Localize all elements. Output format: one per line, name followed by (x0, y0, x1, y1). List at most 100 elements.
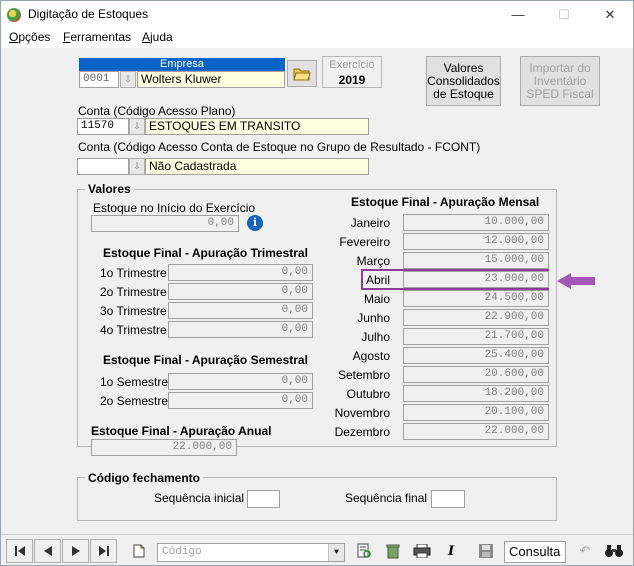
exercicio-value: 2019 (338, 73, 366, 87)
mes-label: Julho (361, 330, 390, 344)
trimestre-field[interactable]: 0,00 (168, 264, 313, 281)
anual-title: Estoque Final - Apuração Anual (91, 424, 272, 438)
sequencia-final-field[interactable] (431, 490, 465, 508)
mes-field[interactable]: 20.600,00 (403, 366, 549, 383)
new-record-button[interactable] (126, 539, 152, 563)
form-content: Empresa 0001 ⇩ Wolters Kluwer Exercício … (1, 48, 633, 534)
trimestral-title: Estoque Final - Apuração Trimestral (103, 246, 308, 260)
trimestre-label: 3o Trimestre (100, 304, 167, 318)
menu-opcoes[interactable]: Opções (9, 30, 50, 44)
mode-indicator: Consulta (504, 541, 566, 563)
next-record-button[interactable] (62, 539, 89, 563)
mes-label: Janeiro (350, 216, 390, 230)
estoque-inicio-field[interactable]: 0,00 (91, 215, 239, 232)
undo-icon: ↶ (579, 543, 591, 558)
menu-ajuda[interactable]: Ajuda (142, 30, 173, 44)
sequencia-final-label: Sequência final (345, 491, 428, 505)
mes-field[interactable]: 15.000,00 (403, 252, 549, 269)
previous-record-button[interactable] (34, 539, 61, 563)
empresa-code-field[interactable]: 0001 (79, 71, 119, 88)
last-record-button[interactable] (90, 539, 117, 563)
valores-group-title: Valores (85, 182, 134, 196)
floppy-disk-icon (479, 544, 493, 558)
menu-bar: Opções Ferramentas Ajuda (1, 28, 633, 48)
mes-field[interactable]: 22.000,00 (403, 423, 549, 440)
conta-name-field: ESTOQUES EM TRANSITO (145, 118, 369, 135)
last-icon (98, 546, 109, 556)
conta-lookup-button[interactable]: ⇩ (129, 118, 145, 135)
mes-field[interactable]: 22.900,00 (403, 309, 549, 326)
save-button[interactable] (473, 539, 499, 563)
semestral-title: Estoque Final - Apuração Semestral (103, 353, 308, 367)
mes-field[interactable]: 24.500,00 (403, 290, 549, 307)
mes-field[interactable]: 18.200,00 (403, 385, 549, 402)
semestre-field[interactable]: 0,00 (168, 373, 313, 390)
anual-field[interactable]: 22.000,00 (91, 439, 237, 456)
italic-format-button[interactable]: I (438, 539, 464, 563)
trimestre-field[interactable]: 0,00 (168, 302, 313, 319)
exercicio-box: Exercício 2019 (322, 56, 382, 88)
conta-fcont-lookup-button[interactable]: ⇩ (129, 158, 145, 175)
codigo-search-input[interactable]: Código ▼ (157, 543, 345, 562)
fechamento-title: Código fechamento (85, 471, 204, 485)
mes-field[interactable]: 21.700,00 (403, 328, 549, 345)
empresa-name-field: Wolters Kluwer (137, 71, 285, 88)
trash-icon (386, 544, 400, 559)
empresa-lookup-button[interactable]: ⇩ (120, 71, 136, 88)
pointer-arrow-icon (557, 273, 595, 289)
first-record-button[interactable] (6, 539, 33, 563)
mes-label: Setembro (337, 368, 390, 382)
italic-icon: I (447, 543, 455, 559)
find-button[interactable] (601, 539, 627, 563)
open-folder-button[interactable] (287, 60, 317, 87)
exercicio-label: Exercício (329, 59, 375, 71)
mes-field[interactable]: 12.000,00 (403, 233, 549, 250)
trimestre-field[interactable]: 0,00 (168, 283, 313, 300)
window-title: Digitação de Estoques (28, 7, 149, 21)
info-icon[interactable]: i (247, 215, 263, 231)
mes-label: Dezembro (334, 425, 390, 439)
mes-label: Abril (365, 273, 390, 287)
mes-label: Agosto (352, 349, 390, 363)
title-bar: Digitação de Estoques — ☐ ✕ (1, 1, 633, 28)
conta-code-field[interactable]: 11570 (77, 118, 129, 135)
folder-icon (293, 68, 311, 80)
first-icon (14, 546, 25, 556)
semestre-field[interactable]: 0,00 (168, 392, 313, 409)
mes-field[interactable]: 20.100,00 (403, 404, 549, 421)
empresa-header: Empresa (79, 58, 285, 71)
mes-field[interactable]: 10.000,00 (403, 214, 549, 231)
menu-ferramentas[interactable]: Ferramentas (63, 30, 131, 44)
print-button[interactable] (409, 539, 435, 563)
app-icon (7, 8, 21, 22)
trimestre-label: 1o Trimestre (100, 266, 167, 280)
main-window: Digitação de Estoques — ☐ ✕ Opções Ferra… (0, 0, 634, 566)
mes-label: Novembro (334, 406, 390, 420)
conta-fcont-label: Conta (Código Acesso Conta de Estoque no… (78, 140, 481, 154)
undo-button[interactable]: ↶ (572, 539, 598, 563)
conta-fcont-name-field: Não Cadastrada (145, 158, 369, 175)
mes-field[interactable]: 23.000,00 (403, 271, 549, 288)
close-button[interactable]: ✕ (587, 1, 633, 28)
mensal-title: Estoque Final - Apuração Mensal (351, 195, 540, 209)
maximize-button[interactable]: ☐ (541, 1, 587, 28)
mes-label: Fevereiro (339, 235, 390, 249)
sequencia-inicial-label: Sequência inicial (154, 491, 245, 505)
trimestre-label: 4o Trimestre (100, 323, 167, 337)
mes-label: Março (356, 254, 390, 268)
search-records-button[interactable] (351, 539, 377, 563)
printer-icon (413, 544, 431, 558)
minimize-button[interactable]: — (495, 1, 541, 28)
trimestre-field[interactable]: 0,00 (168, 321, 313, 338)
importar-sped-button[interactable]: Importar do Inventário SPED Fiscal (520, 56, 600, 106)
delete-record-button[interactable] (380, 539, 406, 563)
document-search-icon (357, 543, 371, 558)
mes-field[interactable]: 25.400,00 (403, 347, 549, 364)
trimestre-label: 2o Trimestre (100, 285, 167, 299)
valores-consolidados-button[interactable]: Valores Consolidados de Estoque (426, 56, 501, 106)
mes-label: Outubro (346, 387, 390, 401)
estoque-inicio-label: Estoque no Início do Exercício (93, 201, 256, 215)
sequencia-inicial-field[interactable] (247, 490, 280, 508)
conta-fcont-code-field[interactable] (77, 158, 129, 175)
chevron-down-icon[interactable]: ▼ (328, 544, 344, 561)
